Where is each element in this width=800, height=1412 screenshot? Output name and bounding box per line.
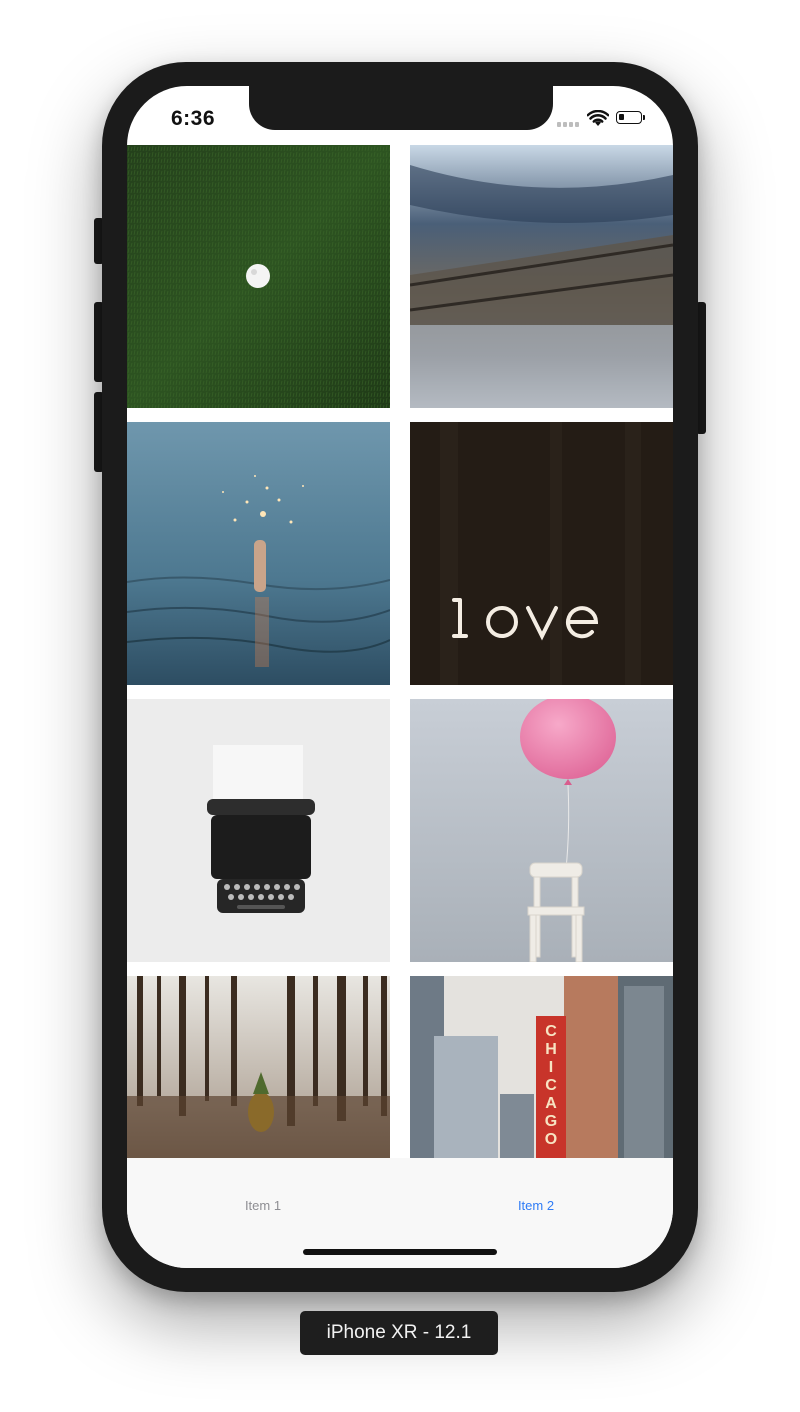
tab-item-2[interactable]: Item 2: [456, 1198, 616, 1213]
photo-golf-ball[interactable]: [127, 145, 390, 408]
golf-ball-shape: [246, 264, 270, 288]
home-indicator[interactable]: [303, 1249, 497, 1255]
photo-love-neon[interactable]: [410, 422, 673, 685]
tab-item-1[interactable]: Item 1: [183, 1198, 343, 1213]
photo-typewriter[interactable]: [127, 699, 390, 962]
tab-bar: Item 1 Item 2: [127, 1158, 673, 1268]
device-screen: CHI CAG O Item 1 Item 2 6:36: [127, 86, 673, 1268]
status-time: 6:36: [171, 107, 216, 130]
svg-text:I: I: [549, 1059, 553, 1076]
battery-icon: [616, 111, 645, 124]
svg-text:C: C: [545, 1077, 557, 1094]
device-label: iPhone XR - 12.1: [300, 1311, 498, 1355]
svg-text:H: H: [545, 1041, 557, 1058]
cellular-signal-icon: [557, 122, 583, 128]
photo-pineapple-forest[interactable]: [127, 976, 390, 1158]
svg-text:A: A: [545, 1095, 557, 1112]
photo-chicago-theatre[interactable]: CHI CAG O: [410, 976, 673, 1158]
photo-sparkler-water[interactable]: [127, 422, 390, 685]
photo-railroad-track[interactable]: [410, 145, 673, 408]
photo-pink-balloon[interactable]: [410, 699, 673, 962]
wifi-icon: [587, 110, 609, 126]
photo-grid[interactable]: CHI CAG O: [127, 145, 673, 1158]
svg-text:G: G: [545, 1113, 557, 1130]
svg-text:O: O: [545, 1131, 557, 1148]
svg-text:C: C: [545, 1023, 557, 1040]
notch: [249, 86, 553, 130]
